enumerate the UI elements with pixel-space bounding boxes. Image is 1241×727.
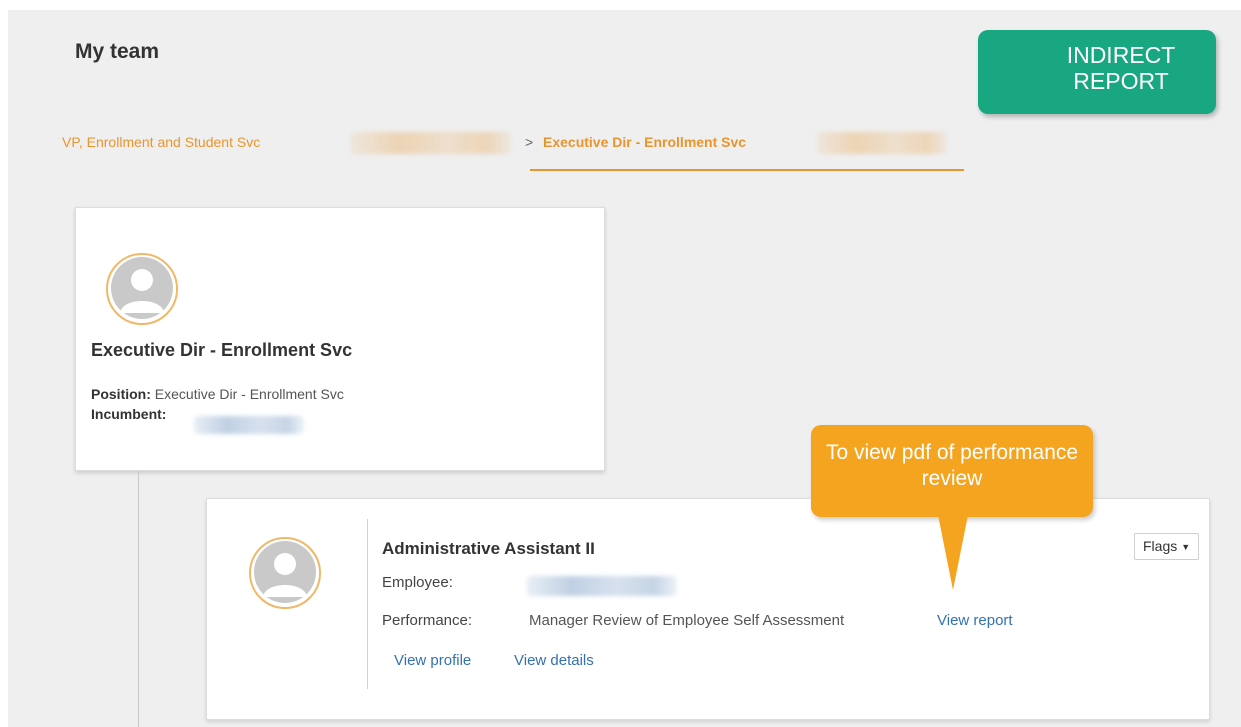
indirect-report-callout: INDIRECT REPORT (978, 30, 1216, 114)
flags-label: Flags (1143, 538, 1178, 554)
flags-dropdown-button[interactable]: Flags ▼ (1134, 533, 1200, 560)
position-line: Position: Executive Dir - Enrollment Svc (91, 386, 344, 402)
pdf-callout-label: To view pdf of performance review (825, 441, 1079, 490)
manager-position-title: Executive Dir - Enrollment Svc (91, 340, 353, 360)
redacted-name (817, 132, 947, 154)
position-value: Executive Dir - Enrollment Svc (154, 386, 344, 402)
breadcrumb-separator-icon: > (525, 134, 534, 150)
user-silhouette-icon (106, 253, 178, 325)
breadcrumb-item-vp[interactable]: VP, Enrollment and Student Svc (62, 134, 260, 150)
employee-position-title: Administrative Assistant II (382, 539, 595, 558)
manager-card: Executive Dir - Enrollment Svc Position:… (75, 207, 605, 471)
employee-card: Administrative Assistant II Employee: Pe… (206, 498, 1210, 720)
redacted-name (351, 132, 511, 154)
page: My team INDIRECT REPORT VP, Enrollment a… (8, 10, 1241, 727)
performance-value: Manager Review of Employee Self Assessme… (529, 612, 845, 629)
callout-pointer (938, 515, 968, 590)
view-report-link[interactable]: View report (937, 612, 1013, 629)
breadcrumb-active-underline (530, 169, 964, 171)
redacted-incumbent-name (194, 416, 304, 434)
caret-down-icon: ▼ (1181, 542, 1191, 552)
org-tree-connector (138, 471, 139, 727)
incumbent-label: Incumbent: (91, 406, 167, 422)
view-profile-link[interactable]: View profile (394, 652, 471, 669)
incumbent-line: Incumbent: (91, 406, 166, 422)
redacted-employee-name (527, 576, 677, 596)
view-details-link[interactable]: View details (514, 652, 594, 669)
page-title: My team (75, 40, 160, 63)
employee-label: Employee: (382, 574, 453, 591)
card-divider (367, 519, 368, 689)
pdf-review-callout: To view pdf of performance review (811, 425, 1093, 517)
indirect-report-label: INDIRECT REPORT (1066, 42, 1176, 94)
breadcrumb-item-executive-dir[interactable]: Executive Dir - Enrollment Svc (543, 134, 746, 150)
user-silhouette-icon (249, 537, 321, 609)
performance-label: Performance: (382, 612, 473, 629)
position-label: Position: (91, 386, 151, 402)
